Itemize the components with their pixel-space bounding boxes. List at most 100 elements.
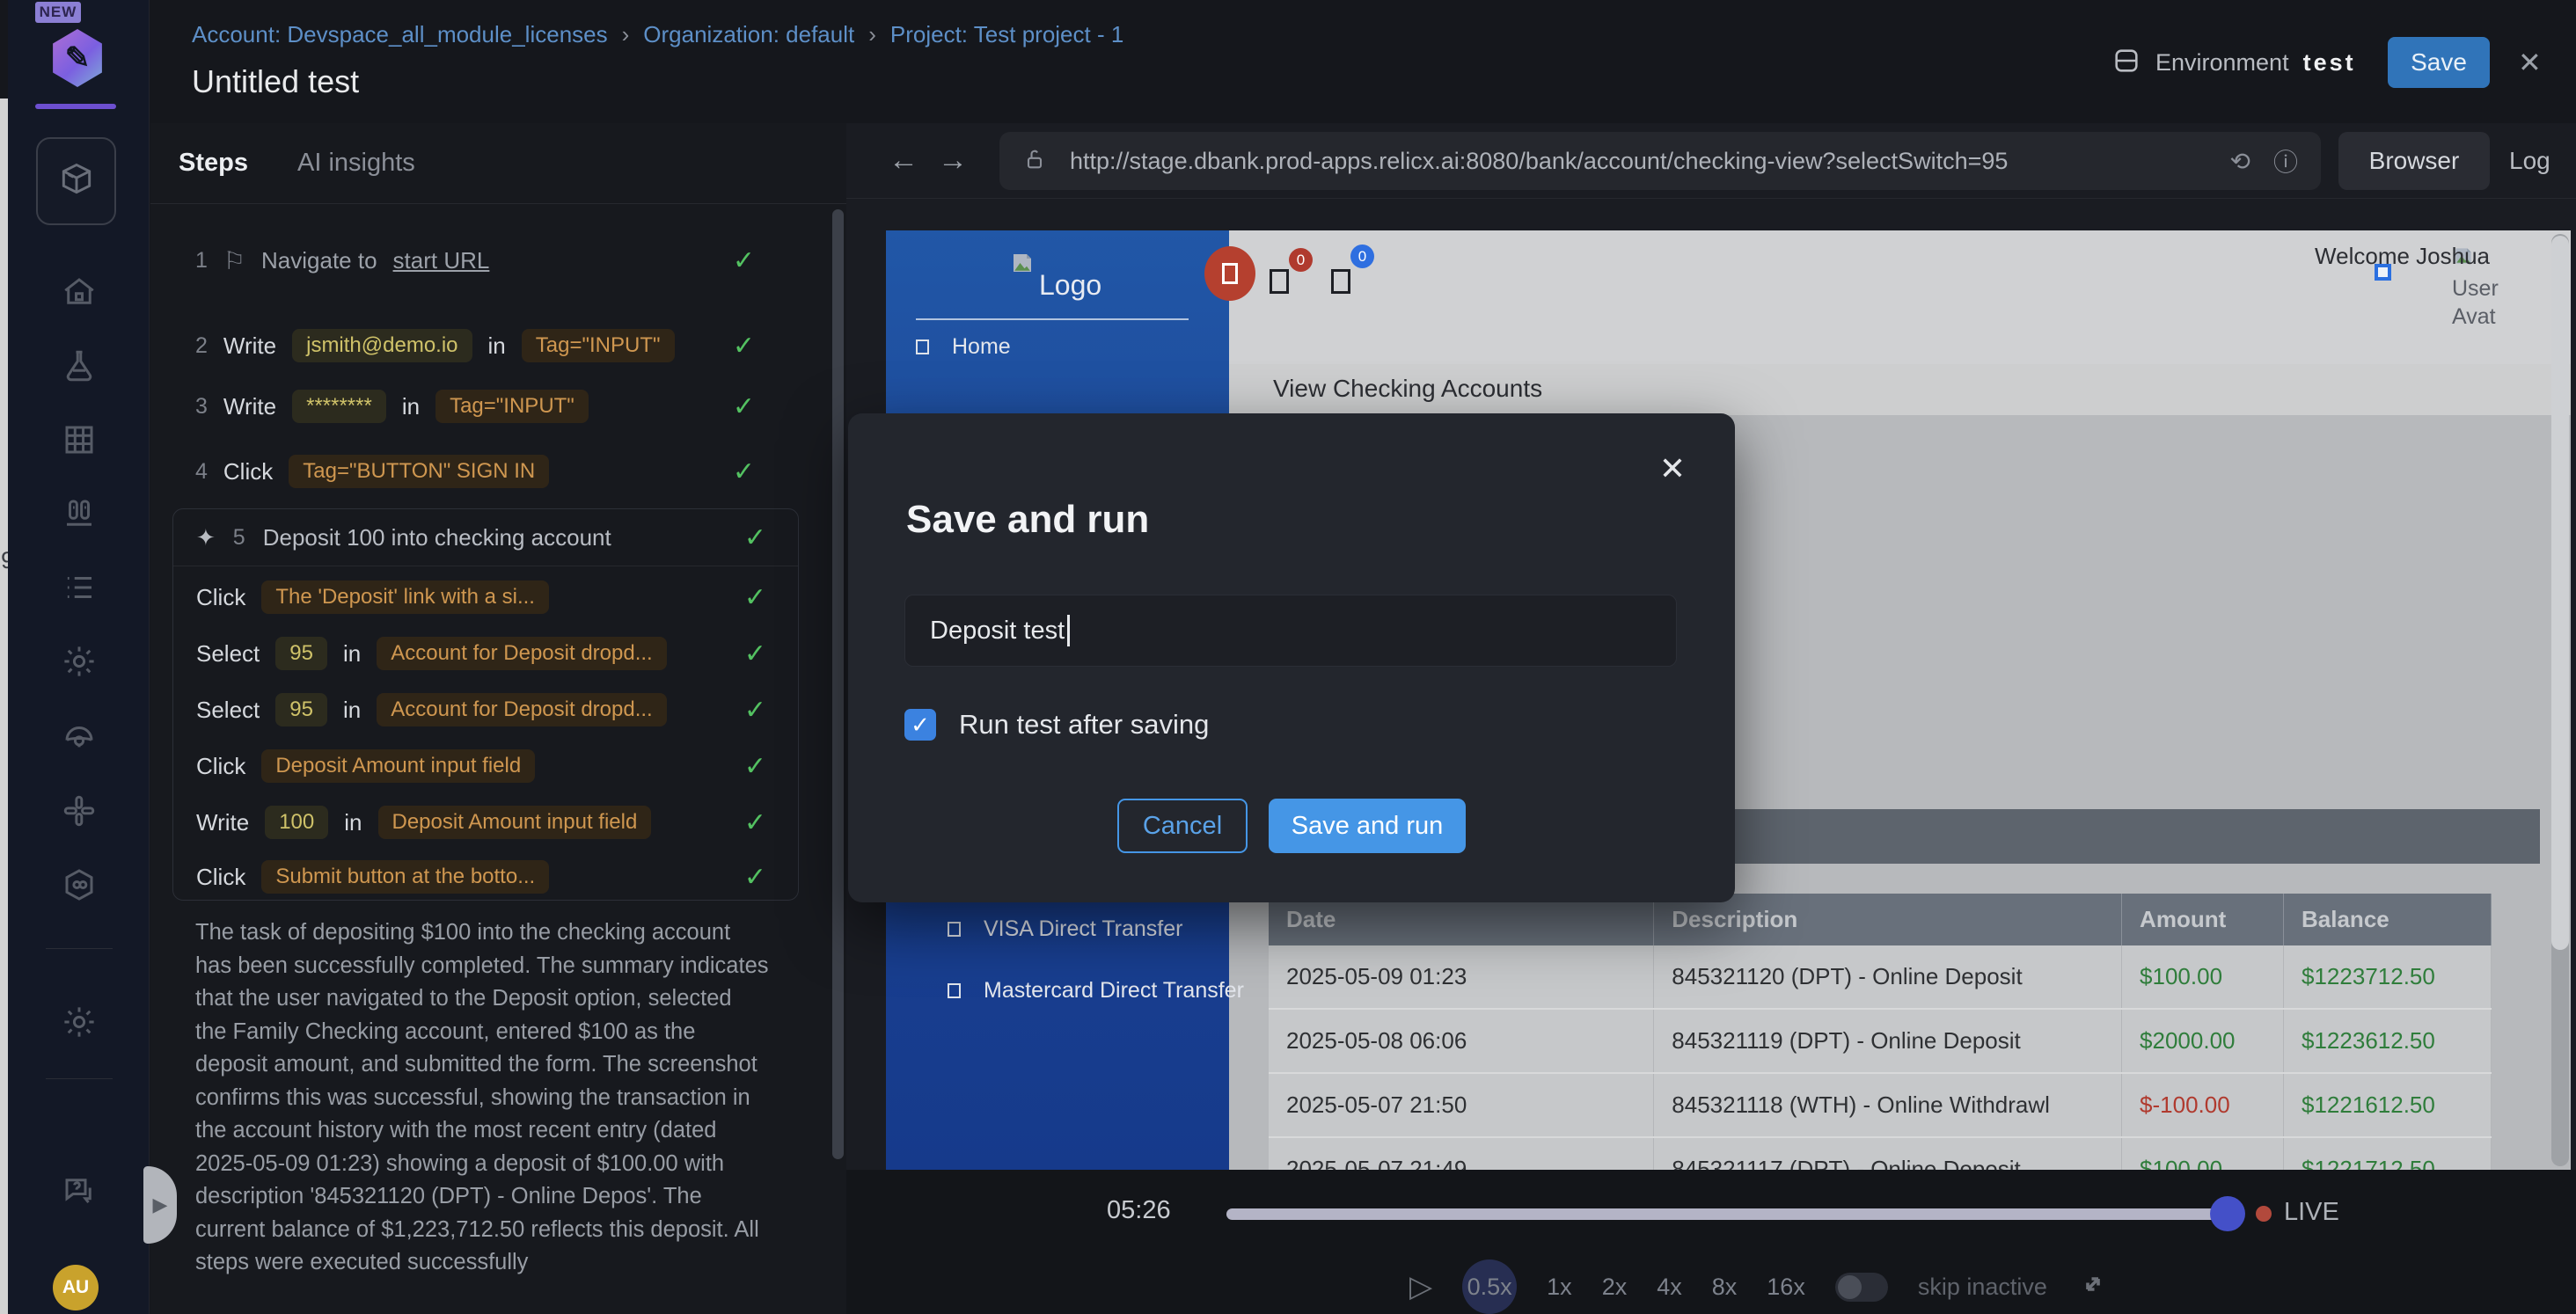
step-target-badge[interactable]: Account for Deposit dropd...: [377, 637, 667, 670]
info-icon[interactable]: ⓘ: [2273, 143, 2298, 179]
speed-4x-button[interactable]: 4x: [1657, 1274, 1682, 1301]
reload-icon[interactable]: ⟲: [2230, 147, 2250, 176]
step-number: 3: [195, 394, 208, 420]
sidebar-item-list[interactable]: [8, 565, 150, 614]
step-target-badge[interactable]: Deposit Amount input field: [261, 749, 535, 783]
forward-icon[interactable]: →: [938, 143, 968, 178]
step-number: 2: [195, 333, 208, 359]
step-group-header[interactable]: ✦ 5 Deposit 100 into checking account ✓: [196, 515, 777, 560]
table-row[interactable]: 2025-05-07 21:50 845321118 (WTH) - Onlin…: [1269, 1073, 2492, 1137]
placeholder-glyph-icon[interactable]: [1331, 269, 1350, 294]
back-icon[interactable]: ←: [889, 143, 918, 178]
step-value-badge[interactable]: 95: [275, 693, 327, 726]
speed-16x-button[interactable]: 16x: [1767, 1274, 1805, 1301]
square-glyph-icon: [1222, 263, 1238, 284]
tab-ai-insights[interactable]: AI insights: [297, 149, 415, 178]
substep-row-5[interactable]: Write 100 in Deposit Amount input field …: [196, 798, 777, 847]
step-target-badge[interactable]: Deposit Amount input field: [378, 806, 652, 839]
rail-divider: [46, 948, 113, 949]
breadcrumb-organization[interactable]: Organization: default: [643, 21, 854, 48]
app-window: 9 NEW ✎ AU Account: Devspace_all_module_…: [0, 0, 2576, 1314]
close-icon[interactable]: ✕: [2518, 46, 2542, 79]
sidebar-item-grid[interactable]: [8, 417, 150, 466]
cell-amount: $100.00: [2122, 1137, 2284, 1170]
substep-row-2[interactable]: Select 95 in Account for Deposit dropd..…: [196, 629, 777, 678]
test-name-input[interactable]: Deposit test: [904, 595, 1677, 667]
bank-nav-mastercard[interactable]: Mastercard Direct Transfer: [948, 978, 1244, 1004]
step-row-3[interactable]: 3 Write ******** in Tag="INPUT" ✓: [195, 382, 765, 431]
tab-browser[interactable]: Browser: [2338, 132, 2490, 190]
cancel-button[interactable]: Cancel: [1117, 799, 1248, 853]
sidebar-item-integrations[interactable]: [8, 862, 150, 911]
user-avatar[interactable]: AU: [53, 1265, 99, 1310]
speed-8x-button[interactable]: 8x: [1712, 1274, 1738, 1301]
tab-log[interactable]: Log: [2509, 132, 2550, 190]
substep-row-6[interactable]: Click Submit button at the botto... ✓: [196, 852, 777, 902]
rail-divider: [46, 1078, 113, 1079]
sidebar-item-admin-settings[interactable]: [8, 999, 150, 1048]
run-after-saving-row[interactable]: ✓ Run test after saving: [904, 709, 1209, 741]
step-value-badge[interactable]: jsmith@demo.io: [292, 329, 472, 362]
placeholder-glyph-icon[interactable]: [1270, 269, 1289, 294]
bank-scrollbar-thumb[interactable]: [2551, 236, 2569, 950]
step-value-badge[interactable]: 95: [275, 637, 327, 670]
speed-1x-button[interactable]: 1x: [1547, 1274, 1572, 1301]
tab-steps[interactable]: Steps: [179, 149, 248, 178]
table-row[interactable]: 2025-05-09 01:23 845321120 (DPT) - Onlin…: [1269, 945, 2492, 1009]
sidebar-item-home[interactable]: [8, 269, 150, 318]
avatar-alt-text: User: [2452, 276, 2499, 301]
substep-row-1[interactable]: Click The 'Deposit' link with a si... ✓: [196, 573, 777, 622]
step-action: Click: [196, 864, 245, 891]
step-target-badge[interactable]: Tag="INPUT": [435, 390, 589, 423]
sidebar-item-suites[interactable]: [8, 491, 150, 540]
step-action: Write: [223, 332, 276, 360]
step-target-badge[interactable]: Tag="INPUT": [522, 329, 675, 362]
url-bar[interactable]: http://stage.dbank.prod-apps.relicx.ai:8…: [999, 132, 2321, 190]
breadcrumb-project[interactable]: Project: Test project - 1: [890, 21, 1123, 48]
step-row-1[interactable]: 1 ⚐ Navigate to start URL ✓: [195, 236, 765, 285]
progress-knob[interactable]: [2210, 1196, 2245, 1231]
expand-icon[interactable]: [2077, 1268, 2109, 1306]
sidebar-item-lab[interactable]: [8, 343, 150, 392]
bank-nav-visa[interactable]: VISA Direct Transfer: [948, 916, 1182, 942]
step-row-4[interactable]: 4 Click Tag="BUTTON" SIGN IN ✓: [195, 447, 765, 496]
live-label: LIVE: [2284, 1198, 2339, 1227]
play-icon[interactable]: ▷: [1409, 1269, 1432, 1304]
bullet-icon: [948, 983, 961, 998]
steps-scrollbar[interactable]: [832, 209, 844, 1159]
save-and-run-button[interactable]: Save and run: [1269, 799, 1466, 853]
sidebar-item-active-tests[interactable]: [36, 137, 116, 225]
sidebar-item-incognito[interactable]: [8, 714, 150, 763]
col-header-amount[interactable]: Amount: [2122, 894, 2284, 945]
table-row[interactable]: 2025-05-08 06:06 845321119 (DPT) - Onlin…: [1269, 1009, 2492, 1073]
step-group-card[interactable]: ✦ 5 Deposit 100 into checking account ✓ …: [172, 508, 799, 901]
sidebar-item-help[interactable]: [8, 1168, 150, 1217]
table-row[interactable]: 2025-05-07 21:49 845321117 (DPT) - Onlin…: [1269, 1137, 2492, 1170]
substep-row-4[interactable]: Click Deposit Amount input field ✓: [196, 741, 777, 791]
step-row-2[interactable]: 2 Write jsmith@demo.io in Tag="INPUT" ✓: [195, 321, 765, 370]
speed-2x-button[interactable]: 2x: [1602, 1274, 1628, 1301]
close-icon[interactable]: ✕: [1659, 450, 1686, 487]
notification-button[interactable]: [1204, 246, 1255, 301]
substep-row-3[interactable]: Select 95 in Account for Deposit dropd..…: [196, 685, 777, 734]
step-target-badge[interactable]: Tag="BUTTON" SIGN IN: [289, 455, 549, 488]
col-header-balance[interactable]: Balance: [2284, 894, 2492, 945]
sidebar-item-settings[interactable]: [8, 639, 150, 688]
speed-0.5x-button[interactable]: 0.5x: [1462, 1259, 1517, 1314]
sidebar-item-slack[interactable]: [8, 788, 150, 837]
start-url-link[interactable]: start URL: [393, 247, 490, 274]
checkbox-checked[interactable]: ✓: [904, 709, 936, 741]
step-value-badge[interactable]: 100: [265, 806, 328, 839]
breadcrumb-account[interactable]: Account: Devspace_all_module_licenses: [192, 21, 608, 48]
step-target-badge[interactable]: Account for Deposit dropd...: [377, 693, 667, 726]
save-button[interactable]: Save: [2388, 37, 2490, 88]
skip-inactive-toggle[interactable]: [1835, 1273, 1888, 1302]
cell-balance: $1221712.50: [2284, 1137, 2492, 1170]
step-target-badge[interactable]: The 'Deposit' link with a si...: [261, 580, 549, 614]
environment-selector[interactable]: Environment test: [2111, 46, 2356, 80]
bank-nav-home[interactable]: Home: [916, 334, 1011, 360]
step-target-badge[interactable]: Submit button at the botto...: [261, 860, 549, 894]
step-value-badge[interactable]: ********: [292, 390, 386, 423]
progress-bar[interactable]: [1226, 1208, 2228, 1220]
bank-nav-label: Mastercard Direct Transfer: [984, 978, 1244, 1004]
